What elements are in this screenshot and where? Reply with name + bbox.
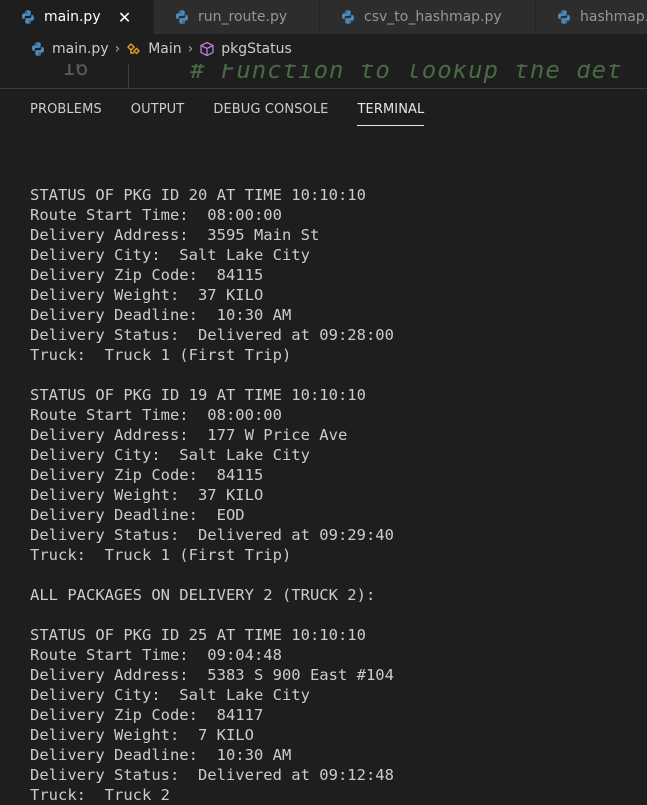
terminal-line: Delivery Status: Delivered at 09:28:00 xyxy=(30,326,394,344)
terminal-line: ALL PACKAGES ON DELIVERY 2 (TRUCK 2): xyxy=(30,586,376,604)
terminal-line: STATUS OF PKG ID 20 AT TIME 10:10:10 xyxy=(30,186,366,204)
panel-tabs: PROBLEMS OUTPUT DEBUG CONSOLE TERMINAL xyxy=(30,89,453,129)
terminal-line: Delivery Deadline: 10:30 AM xyxy=(30,306,292,324)
terminal-line: Delivery Deadline: 10:30 AM xyxy=(30,746,292,764)
terminal-line: Delivery Address: 177 W Price Ave xyxy=(30,426,348,444)
tab-hashmap-py[interactable]: hashmap.py xyxy=(536,0,647,34)
chevron-right-icon: › xyxy=(114,41,121,57)
terminal-line: Route Start Time: 08:00:00 xyxy=(30,406,282,424)
tab-terminal[interactable]: TERMINAL xyxy=(357,89,425,129)
terminal-line: Delivery City: Salt Lake City xyxy=(30,246,310,264)
python-icon xyxy=(558,10,570,24)
tab-problems[interactable]: PROBLEMS xyxy=(30,89,102,129)
terminal-line: Delivery Zip Code: 84117 xyxy=(30,706,264,724)
breadcrumb-method[interactable]: pkgStatus xyxy=(199,41,292,57)
terminal-line: Delivery Deadline: EOD xyxy=(30,506,245,524)
python-icon xyxy=(342,10,354,24)
python-icon xyxy=(32,42,44,56)
bottom-panel: PROBLEMS OUTPUT DEBUG CONSOLE TERMINAL S… xyxy=(0,88,647,804)
breadcrumb-method-label: pkgStatus xyxy=(221,41,292,57)
terminal-line: Delivery Weight: 7 KILO xyxy=(30,726,254,744)
terminal-line: Delivery City: Salt Lake City xyxy=(30,686,310,704)
python-icon xyxy=(22,10,34,24)
close-tab-icon[interactable]: ✕ xyxy=(115,8,135,27)
terminal-line: Truck: Truck 1 (First Trip) xyxy=(30,546,292,564)
tab-csv-to-hashmap-py[interactable]: csv_to_hashmap.py xyxy=(320,0,536,34)
tab-label: run_route.py xyxy=(198,9,288,25)
terminal-line: Delivery Status: Delivered at 09:29:40 xyxy=(30,526,394,544)
tab-label: main.py xyxy=(44,9,101,25)
terminal-line: Delivery Weight: 37 KILO xyxy=(30,286,264,304)
terminal-line: Route Start Time: 08:00:00 xyxy=(30,206,282,224)
terminal-line: Route Start Time: 09:04:48 xyxy=(30,646,282,664)
terminal-line: Delivery Zip Code: 84115 xyxy=(30,466,264,484)
terminal-output[interactable]: STATUS OF PKG ID 20 AT TIME 10:10:10 Rout… xyxy=(30,165,630,805)
terminal-line: Delivery City: Salt Lake City xyxy=(30,446,310,464)
terminal-line: Delivery Zip Code: 84115 xyxy=(30,266,264,284)
terminal-line: Delivery Status: Delivered at 09:12:48 xyxy=(30,766,394,784)
terminal-line: Truck: Truck 1 (First Trip) xyxy=(30,346,292,364)
tab-main-py[interactable]: main.py ✕ xyxy=(0,0,154,34)
terminal-line: Truck: Truck 2 xyxy=(30,786,170,804)
tab-label: hashmap.py xyxy=(580,9,647,25)
method-cube-icon xyxy=(200,41,214,57)
breadcrumb-file-label: main.py xyxy=(52,41,109,57)
breadcrumb-class[interactable]: Main xyxy=(126,41,182,57)
terminal-line: STATUS OF PKG ID 25 AT TIME 10:10:10 xyxy=(30,626,366,644)
tab-label: csv_to_hashmap.py xyxy=(364,9,502,25)
breadcrumb: main.py › Main › pkgStatus xyxy=(0,34,647,64)
terminal-line: Delivery Address: 3595 Main St xyxy=(30,226,320,244)
tab-output[interactable]: OUTPUT xyxy=(131,89,185,129)
breadcrumb-class-label: Main xyxy=(148,41,182,57)
tab-debug-console[interactable]: DEBUG CONSOLE xyxy=(213,89,328,129)
class-icon xyxy=(127,43,141,55)
editor-tab-bar: main.py ✕ run_route.py csv_to_hashmap.py… xyxy=(0,0,647,34)
terminal-line: Delivery Address: 5383 S 900 East #104 xyxy=(30,666,394,684)
terminal-line: STATUS OF PKG ID 19 AT TIME 10:10:10 xyxy=(30,386,366,404)
python-icon xyxy=(176,10,188,24)
breadcrumb-file[interactable]: main.py xyxy=(30,41,109,57)
terminal-line: Delivery Weight: 37 KILO xyxy=(30,486,264,504)
tab-run-route-py[interactable]: run_route.py xyxy=(154,0,320,34)
chevron-right-icon: › xyxy=(187,41,194,57)
